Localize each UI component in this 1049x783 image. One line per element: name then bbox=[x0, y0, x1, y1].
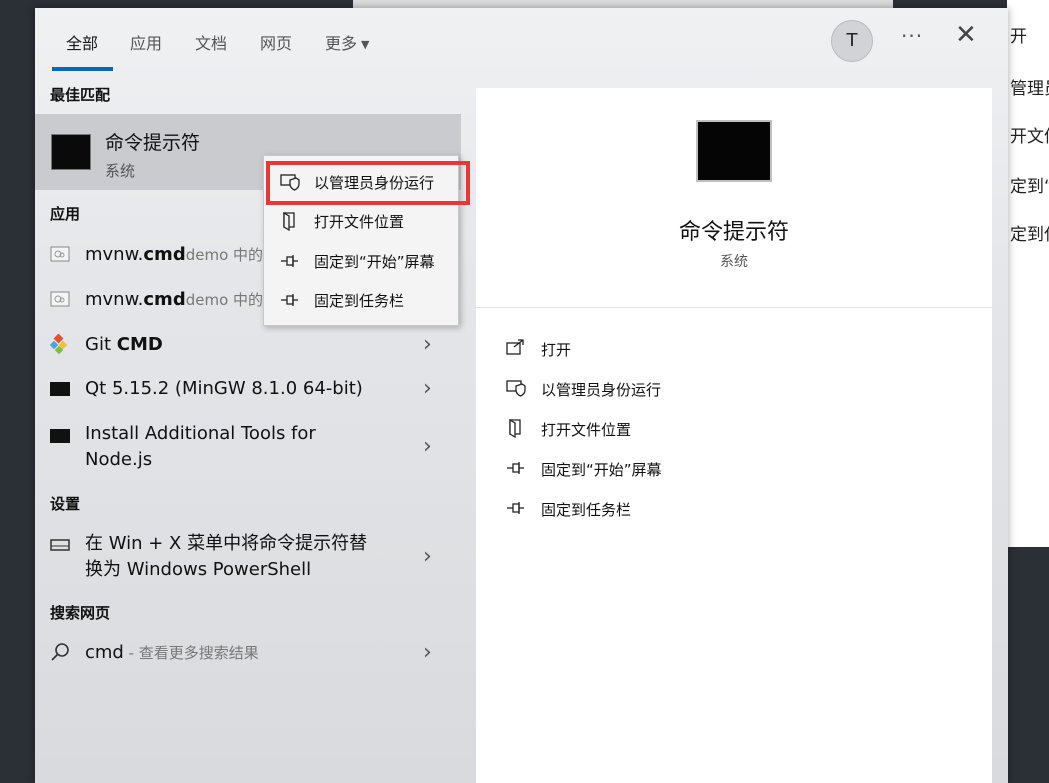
background-text: 开文件 bbox=[1010, 127, 1049, 147]
shield-icon bbox=[506, 380, 526, 397]
tab-bar: 全部 应用 文档 网页 更多 ▼ T ··· ✕ bbox=[35, 8, 1008, 72]
search-query: cmd bbox=[85, 642, 124, 663]
action-label: 固定到任务栏 bbox=[541, 501, 632, 519]
search-icon bbox=[51, 643, 69, 661]
tab-more-label: 更多 bbox=[325, 34, 358, 53]
item-name-prefix: Git bbox=[85, 334, 117, 355]
item-name-line2: Node.js bbox=[85, 449, 153, 470]
action-run-as-admin[interactable]: 以管理员身份运行 bbox=[506, 376, 906, 404]
section-best-match: 最佳匹配 bbox=[50, 86, 111, 104]
background-text: 开 bbox=[1010, 27, 1027, 47]
chevron-right-icon[interactable]: › bbox=[423, 376, 432, 401]
action-open[interactable]: 打开 bbox=[506, 336, 906, 364]
avatar[interactable]: T bbox=[831, 20, 873, 62]
search-hint: - 查看更多搜索结果 bbox=[123, 644, 259, 662]
console-app-icon bbox=[50, 382, 70, 396]
context-item-open-file-location[interactable]: 打开文件位置 bbox=[264, 203, 458, 239]
script-file-icon bbox=[50, 246, 70, 262]
section-web-search: 搜索网页 bbox=[50, 604, 111, 622]
pin-icon bbox=[281, 255, 298, 267]
item-name: Qt 5.15.2 (MinGW 8.1.0 64-bit) bbox=[85, 378, 363, 399]
window-setting-icon bbox=[50, 539, 70, 551]
background-text: 定到“开 bbox=[1010, 177, 1049, 197]
background-text: 管理员 bbox=[1010, 79, 1049, 99]
open-icon bbox=[506, 339, 524, 355]
list-item[interactable]: Qt 5.15.2 (MinGW 8.1.0 64-bit) › bbox=[35, 376, 461, 406]
item-name-prefix: mvnw. bbox=[85, 289, 144, 310]
context-item-pin-to-start[interactable]: 固定到“开始”屏幕 bbox=[264, 243, 458, 279]
item-location: demo 中的 bbox=[185, 291, 264, 309]
caret-down-icon: ▼ bbox=[361, 38, 370, 51]
divider bbox=[476, 307, 992, 308]
active-tab-indicator bbox=[52, 67, 113, 71]
close-icon[interactable]: ✕ bbox=[955, 22, 977, 48]
more-options-icon[interactable]: ··· bbox=[901, 24, 923, 48]
tab-apps[interactable]: 应用 bbox=[130, 30, 162, 54]
action-label: 以管理员身份运行 bbox=[541, 381, 662, 399]
tab-more[interactable]: 更多 ▼ bbox=[325, 30, 369, 54]
section-apps: 应用 bbox=[50, 205, 81, 223]
action-label: 打开文件位置 bbox=[541, 421, 632, 439]
command-prompt-icon bbox=[696, 120, 772, 182]
list-item[interactable]: Install Additional Tools for Node.js › bbox=[35, 421, 461, 477]
context-item-label: 固定到任务栏 bbox=[314, 292, 405, 310]
chevron-right-icon[interactable]: › bbox=[423, 544, 432, 569]
item-name-match: cmd bbox=[143, 289, 186, 310]
chevron-right-icon[interactable]: › bbox=[423, 640, 432, 665]
command-prompt-icon bbox=[51, 134, 91, 170]
tab-web[interactable]: 网页 bbox=[260, 30, 292, 54]
item-name-match: CMD bbox=[116, 334, 163, 355]
action-label: 固定到“开始”屏幕 bbox=[541, 461, 662, 479]
highlight-box bbox=[266, 161, 470, 205]
file-location-icon bbox=[283, 211, 295, 231]
context-item-label: 打开文件位置 bbox=[314, 213, 405, 231]
action-pin-to-taskbar[interactable]: 固定到任务栏 bbox=[506, 496, 906, 524]
tab-all[interactable]: 全部 bbox=[66, 30, 98, 54]
pin-icon bbox=[281, 294, 298, 306]
start-search-panel: 全部 应用 文档 网页 更多 ▼ T ··· ✕ 最佳匹配 命令提示符 系统 应用… bbox=[35, 8, 1008, 783]
action-pin-to-start[interactable]: 固定到“开始”屏幕 bbox=[506, 456, 906, 484]
git-icon bbox=[50, 334, 68, 354]
setting-name-line1: 在 Win + X 菜单中将命令提示符替 bbox=[85, 533, 368, 554]
item-location: demo 中的 bbox=[185, 246, 264, 264]
detail-title: 命令提示符 bbox=[678, 220, 789, 245]
console-app-icon bbox=[50, 429, 70, 443]
web-search-item[interactable]: cmd - 查看更多搜索结果 › bbox=[35, 640, 461, 670]
pin-icon bbox=[507, 502, 524, 514]
list-item[interactable]: Git CMD › bbox=[35, 332, 461, 362]
pin-icon bbox=[507, 462, 524, 474]
background-text: 定到任 bbox=[1010, 225, 1049, 245]
item-name-line1: Install Additional Tools for bbox=[85, 423, 316, 444]
file-location-icon bbox=[509, 418, 521, 438]
script-file-icon bbox=[50, 291, 70, 307]
section-settings: 设置 bbox=[50, 495, 81, 513]
tab-documents[interactable]: 文档 bbox=[195, 30, 227, 54]
context-item-pin-to-taskbar[interactable]: 固定到任务栏 bbox=[264, 282, 458, 318]
context-item-label: 固定到“开始”屏幕 bbox=[314, 253, 435, 271]
detail-subtitle: 系统 bbox=[720, 254, 748, 270]
chevron-right-icon[interactable]: › bbox=[423, 332, 432, 357]
item-name-prefix: mvnw. bbox=[85, 244, 144, 265]
background-window-top bbox=[353, 0, 893, 8]
list-item[interactable]: 在 Win + X 菜单中将命令提示符替 换为 Windows PowerShe… bbox=[35, 531, 461, 587]
item-name-match: cmd bbox=[143, 244, 186, 265]
chevron-right-icon[interactable]: › bbox=[423, 434, 432, 459]
best-match-title: 命令提示符 bbox=[105, 132, 201, 154]
best-match-subtitle: 系统 bbox=[105, 162, 136, 180]
action-open-file-location[interactable]: 打开文件位置 bbox=[506, 416, 906, 444]
action-label: 打开 bbox=[541, 341, 572, 359]
setting-name-line2: 换为 Windows PowerShell bbox=[85, 559, 312, 580]
detail-pane: 命令提示符 系统 打开 以管理员身份运行 打开文件位置 固定到“开始”屏幕 固定… bbox=[476, 88, 992, 783]
